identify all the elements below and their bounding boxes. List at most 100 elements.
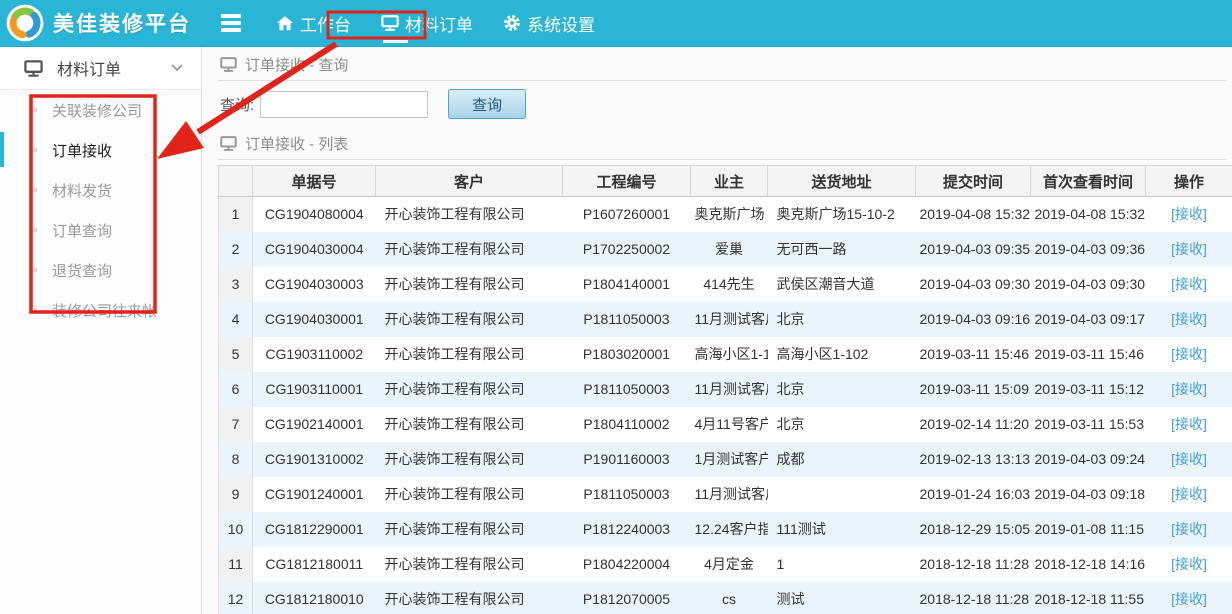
cell: 2019-03-11 15:53 xyxy=(1031,407,1146,442)
cell: 4月定金 xyxy=(691,547,768,582)
receive-link[interactable]: [接收] xyxy=(1171,381,1207,397)
sidebar-item-company-accounts[interactable]: 装修公司往来帐 xyxy=(0,290,201,330)
cell: 2019-04-03 09:30 xyxy=(1031,267,1146,302)
sidebar-item-related-companies[interactable]: 关联装修公司 xyxy=(0,90,201,130)
cell: CG1904080004 xyxy=(253,197,376,232)
cell: 开心装饰工程有限公司 xyxy=(376,302,563,337)
cell: cs xyxy=(691,582,768,614)
bullet-icon xyxy=(33,108,37,112)
cell: 开心装饰工程有限公司 xyxy=(376,337,563,372)
sidebar-item-order-receive[interactable]: 订单接收 xyxy=(0,130,201,170)
cell: 9 xyxy=(219,477,253,512)
cell: CG1901240001 xyxy=(253,477,376,512)
cell: CG1812290001 xyxy=(253,512,376,547)
cell: CG1904030004 xyxy=(253,232,376,267)
action-cell: [接收] xyxy=(1146,512,1232,547)
cell: P1811050003 xyxy=(563,372,691,407)
table-row: 3CG1904030003开心装饰工程有限公司P1804140001414先生武… xyxy=(219,267,1232,302)
cell: CG1812180010 xyxy=(253,582,376,614)
sidebar-item-material-shipping[interactable]: 材料发货 xyxy=(0,170,201,210)
cell: 无可西一路 xyxy=(768,232,916,267)
receive-link[interactable]: [接收] xyxy=(1171,241,1207,257)
cell: 开心装饰工程有限公司 xyxy=(376,512,563,547)
receive-link[interactable]: [接收] xyxy=(1171,451,1207,467)
nav-item-workbench[interactable]: 工作台 xyxy=(261,0,366,47)
cell: 奥克斯广场15-10-2 xyxy=(768,197,916,232)
cell: 2019-04-03 09:30 xyxy=(916,267,1031,302)
cell: 2019-04-03 09:36 xyxy=(1031,232,1146,267)
column-header xyxy=(219,166,253,197)
action-cell: [接收] xyxy=(1146,197,1232,232)
home-icon xyxy=(276,14,294,32)
sidebar-item-return-query[interactable]: 退货查询 xyxy=(0,250,201,290)
cell: CG1901310002 xyxy=(253,442,376,477)
cell: CG1902140001 xyxy=(253,407,376,442)
query-input[interactable] xyxy=(260,91,428,118)
cell: 8 xyxy=(219,442,253,477)
nav-item-system-settings[interactable]: 系统设置 xyxy=(488,0,610,47)
cell: 成都 xyxy=(768,442,916,477)
receive-link[interactable]: [接收] xyxy=(1171,556,1207,572)
brand-title: 美佳装修平台 xyxy=(53,8,191,38)
cell: CG1903110001 xyxy=(253,372,376,407)
receive-link[interactable]: [接收] xyxy=(1171,486,1207,502)
orders-table: 单据号客户工程编号业主送货地址提交时间首次查看时间操作 1CG190408000… xyxy=(218,165,1232,614)
cell: 奥克斯广场 xyxy=(691,197,768,232)
table-row: 10CG1812290001开心装饰工程有限公司P181224000312.24… xyxy=(219,512,1232,547)
table-row: 9CG1901240001开心装饰工程有限公司P181105000311月测试客… xyxy=(219,477,1232,512)
cell: 2018-12-18 11:28 xyxy=(916,547,1031,582)
receive-link[interactable]: [接收] xyxy=(1171,591,1207,607)
query-button[interactable]: 查询 xyxy=(448,89,526,119)
cell: P1901160003 xyxy=(563,442,691,477)
nav-item-material-orders[interactable]: 材料订单 xyxy=(366,0,488,47)
table-row: 6CG1903110001开心装饰工程有限公司P181105000311月测试客… xyxy=(219,372,1232,407)
menu-toggle-icon[interactable] xyxy=(221,14,241,32)
sidebar-item-label: 订单查询 xyxy=(52,220,112,241)
receive-link[interactable]: [接收] xyxy=(1171,276,1207,292)
table-row: 1CG1904080004开心装饰工程有限公司P1607260001奥克斯广场奥… xyxy=(219,197,1232,232)
cell: 2019-04-03 09:24 xyxy=(1031,442,1146,477)
sidebar-group-material-orders[interactable]: 材料订单 xyxy=(0,47,201,90)
cell: 1月测试客户 xyxy=(691,442,768,477)
receive-link[interactable]: [接收] xyxy=(1171,206,1207,222)
cell: P1804140001 xyxy=(563,267,691,302)
list-section-title: 订单接收 - 列表 xyxy=(245,133,348,154)
cell: 2018-12-18 11:55 xyxy=(1031,582,1146,614)
cell: 2019-04-03 09:17 xyxy=(1031,302,1146,337)
cell: 开心装饰工程有限公司 xyxy=(376,547,563,582)
cell: 5 xyxy=(219,337,253,372)
sidebar-item-label: 关联装修公司 xyxy=(52,100,142,121)
cell: 2019-03-11 15:46 xyxy=(1031,337,1146,372)
cell: P1607260001 xyxy=(563,197,691,232)
cell: 2019-01-08 11:15 xyxy=(1031,512,1146,547)
query-section-title: 订单接收 - 查询 xyxy=(245,54,348,75)
receive-link[interactable]: [接收] xyxy=(1171,346,1207,362)
cell: 北京 xyxy=(768,372,916,407)
sidebar-item-order-query[interactable]: 订单查询 xyxy=(0,210,201,250)
cell: P1803020001 xyxy=(563,337,691,372)
sidebar-item-label: 退货查询 xyxy=(52,260,112,281)
gear-icon xyxy=(503,14,521,32)
action-cell: [接收] xyxy=(1146,477,1232,512)
column-header: 工程编号 xyxy=(563,166,691,197)
cell: 开心装饰工程有限公司 xyxy=(376,477,563,512)
cell: 10 xyxy=(219,512,253,547)
cell: CG1812180011 xyxy=(253,547,376,582)
action-cell: [接收] xyxy=(1146,232,1232,267)
cell: 2019-01-24 16:03 xyxy=(916,477,1031,512)
brand-logo-icon xyxy=(6,4,44,42)
cell: 2019-03-11 15:12 xyxy=(1031,372,1146,407)
cell: 2019-02-14 11:20 xyxy=(916,407,1031,442)
bullet-icon xyxy=(33,228,37,232)
sidebar-group-label: 材料订单 xyxy=(57,56,121,80)
receive-link[interactable]: [接收] xyxy=(1171,311,1207,327)
cell: P1812070005 xyxy=(563,582,691,614)
receive-link[interactable]: [接收] xyxy=(1171,521,1207,537)
nav-item-label: 材料订单 xyxy=(405,11,473,36)
action-cell: [接收] xyxy=(1146,582,1232,614)
table-row: 11CG1812180011开心装饰工程有限公司P18042200044月定金1… xyxy=(219,547,1232,582)
receive-link[interactable]: [接收] xyxy=(1171,416,1207,432)
cell: P1811050003 xyxy=(563,477,691,512)
monitor-icon xyxy=(381,14,399,32)
cell: P1811050003 xyxy=(563,302,691,337)
